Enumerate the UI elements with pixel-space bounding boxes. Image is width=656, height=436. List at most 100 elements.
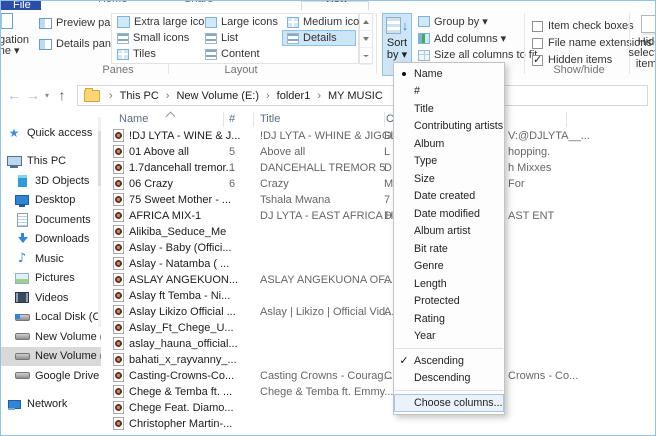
- file-name-cell[interactable]: AFRICA MIX-1: [129, 208, 201, 224]
- breadcrumb-segment[interactable]: New Volume (E:) ›: [172, 90, 272, 102]
- sidebar-item[interactable]: Google Drive (G:): [1, 366, 101, 386]
- file-name-cell[interactable]: Alikiba_Seduce_Me: [129, 224, 226, 240]
- sort-menu-item[interactable]: Name: [394, 65, 504, 83]
- file-name-cell[interactable]: Chege & Temba ft. ...: [129, 384, 232, 400]
- checkbox-icon[interactable]: [532, 38, 543, 49]
- layout-gallery-item[interactable]: Medium icons: [282, 14, 356, 30]
- tab-file[interactable]: File: [1, 1, 41, 10]
- breadcrumb-segment[interactable]: folder1 ›: [273, 90, 324, 102]
- tab-share[interactable]: Share: [184, 1, 213, 5]
- breadcrumb-label[interactable]: folder1: [273, 90, 315, 102]
- file-name-cell[interactable]: Aslay - Natamba ( ...: [129, 256, 229, 272]
- file-name-cell[interactable]: 1.7dancehall tremor...: [129, 160, 235, 176]
- file-row[interactable]: Christopher Martin-...: [107, 416, 654, 432]
- sort-menu-item[interactable]: Protected: [394, 293, 504, 311]
- sort-menu-item[interactable]: Ascending: [394, 352, 504, 370]
- recent-locations-dropdown[interactable]: ▾: [42, 79, 52, 111]
- file-name-cell[interactable]: 75 Sweet Mother - ...: [129, 192, 231, 208]
- sort-menu-item[interactable]: Choose columns...: [394, 394, 504, 412]
- breadcrumb[interactable]: › This PC › New Volume (E:) › folder1 › …: [77, 85, 648, 106]
- forward-button[interactable]: →: [25, 79, 41, 111]
- file-name-cell[interactable]: !DJ LYTA - WINE & J...: [129, 128, 240, 144]
- breadcrumb-label[interactable]: New Volume (E:): [172, 90, 263, 102]
- file-name-cell[interactable]: 01 Above all: [129, 144, 189, 160]
- sidebar-scrollbar-thumb[interactable]: [98, 131, 101, 186]
- sort-menu-item[interactable]: Date modified: [394, 205, 504, 223]
- file-row[interactable]: bahati_x_rayvanny_...: [107, 352, 654, 368]
- layout-gallery-item[interactable]: List: [200, 30, 282, 46]
- column-header-name[interactable]: Name: [119, 111, 148, 128]
- layout-gallery-item[interactable]: Tiles: [112, 46, 200, 62]
- sort-menu-item[interactable]: Year: [394, 328, 504, 346]
- file-row[interactable]: Aslay - Natamba ( ...: [107, 256, 654, 272]
- sidebar-item[interactable]: Desktop: [1, 191, 101, 211]
- file-name-cell[interactable]: Aslay Likizo Official ...: [129, 304, 236, 320]
- sidebar-item[interactable]: Quick access: [1, 123, 101, 143]
- file-name-cell[interactable]: Aslay - Baby (Offici...: [129, 240, 232, 256]
- navigation-pane-button[interactable]: Navigation pane ▾: [0, 13, 43, 57]
- column-separator[interactable]: [566, 112, 567, 127]
- breadcrumb-segment[interactable]: This PC ›: [116, 90, 173, 102]
- breadcrumb-segment[interactable]: MY MUSIC ›: [324, 90, 387, 102]
- sidebar-item[interactable]: New Volume (D:): [1, 327, 101, 347]
- file-name-cell[interactable]: 06 Crazy: [129, 176, 173, 192]
- hide-selected-items-button[interactable]: Hide selected items: [617, 15, 656, 70]
- file-row[interactable]: Alikiba_Seduce_Me: [107, 224, 654, 240]
- sort-menu-item[interactable]: #: [394, 83, 504, 101]
- sort-menu-item[interactable]: Rating: [394, 310, 504, 328]
- file-row[interactable]: Aslay Likizo Official ... Aslay | Likizo…: [107, 304, 654, 320]
- file-row[interactable]: aslay_hauna_official...: [107, 336, 654, 352]
- crumb-chevron-icon[interactable]: ›: [263, 90, 273, 102]
- file-row[interactable]: 06 Crazy 6 Crazy M For: [107, 176, 654, 192]
- file-row[interactable]: Casting-Crowns-Co... Casting Crowns - Co…: [107, 368, 654, 384]
- group-by-button[interactable]: Group by ▾: [418, 15, 488, 28]
- column-header-title[interactable]: Title: [260, 111, 280, 128]
- file-row[interactable]: Chege Feat. Diamo...: [107, 400, 654, 416]
- sidebar-item[interactable]: New Volume (E:): [1, 347, 101, 367]
- sidebar-item[interactable]: Local Disk (C:): [1, 308, 101, 328]
- sort-menu-item[interactable]: Type: [394, 153, 504, 171]
- file-row[interactable]: Aslay - Baby (Offici...: [107, 240, 654, 256]
- size-all-columns-button[interactable]: Size all columns to fit: [418, 49, 537, 61]
- crumb-chevron-icon[interactable]: ›: [163, 90, 173, 102]
- column-separator[interactable]: [384, 112, 385, 127]
- sort-menu-item[interactable]: Descending: [394, 370, 504, 388]
- crumb-chevron-icon[interactable]: ›: [314, 90, 324, 102]
- layout-gallery-item[interactable]: Extra large icons: [112, 14, 200, 30]
- file-name-cell[interactable]: aslay_hauna_official...: [129, 336, 238, 352]
- file-name-cell[interactable]: ASLAY ANGEKUON...: [129, 272, 238, 288]
- sort-menu-item[interactable]: Contributing artists: [394, 118, 504, 136]
- file-name-cell[interactable]: Aslay_Ft_Chege_U...: [129, 320, 234, 336]
- breadcrumb-label[interactable]: This PC: [116, 90, 163, 102]
- sidebar-item[interactable]: Network: [1, 395, 101, 415]
- sort-menu-item[interactable]: Date created: [394, 188, 504, 206]
- sort-menu-item[interactable]: Album: [394, 135, 504, 153]
- sidebar-item[interactable]: Music: [1, 249, 101, 269]
- sidebar-item[interactable]: Documents: [1, 210, 101, 230]
- file-name-cell[interactable]: Casting-Crowns-Co...: [129, 368, 234, 384]
- sidebar-item[interactable]: Downloads: [1, 230, 101, 250]
- back-button[interactable]: ←: [5, 79, 23, 111]
- file-name-cell[interactable]: Christopher Martin-...: [129, 416, 232, 432]
- sidebar-item[interactable]: This PC: [1, 152, 101, 172]
- sort-menu-item[interactable]: Size: [394, 170, 504, 188]
- file-row[interactable]: 01 Above all 5 Above all L hopping.: [107, 144, 654, 160]
- tab-view[interactable]: View: [301, 1, 369, 10]
- file-row[interactable]: Chege & Temba ft. ... Chege & Temba ft. …: [107, 384, 654, 400]
- gallery-more-button[interactable]: [360, 48, 372, 65]
- breadcrumb-label[interactable]: MY MUSIC: [324, 90, 387, 102]
- gallery-scrollbar[interactable]: [359, 13, 373, 64]
- file-name-cell[interactable]: Aslay ft Temba - Ni...: [129, 288, 230, 304]
- checkbox-icon[interactable]: [532, 21, 543, 32]
- up-button[interactable]: ↑: [54, 79, 70, 111]
- layout-gallery-item[interactable]: Small icons: [112, 30, 200, 46]
- file-row[interactable]: ASLAY ANGEKUON... ASLAY ANGEKUONA OF... …: [107, 272, 654, 288]
- sort-menu-item[interactable]: Bit rate: [394, 240, 504, 258]
- file-name-cell[interactable]: Chege Feat. Diamo...: [129, 400, 234, 416]
- sidebar-item[interactable]: Videos: [1, 288, 101, 308]
- gallery-scroll-up[interactable]: [360, 14, 372, 31]
- add-columns-button[interactable]: Add columns ▾: [418, 32, 506, 45]
- file-row[interactable]: 75 Sweet Mother - ... Tshala Mwana 7: [107, 192, 654, 208]
- file-name-cell[interactable]: bahati_x_rayvanny_...: [129, 352, 237, 368]
- sort-menu-item[interactable]: Title: [394, 100, 504, 118]
